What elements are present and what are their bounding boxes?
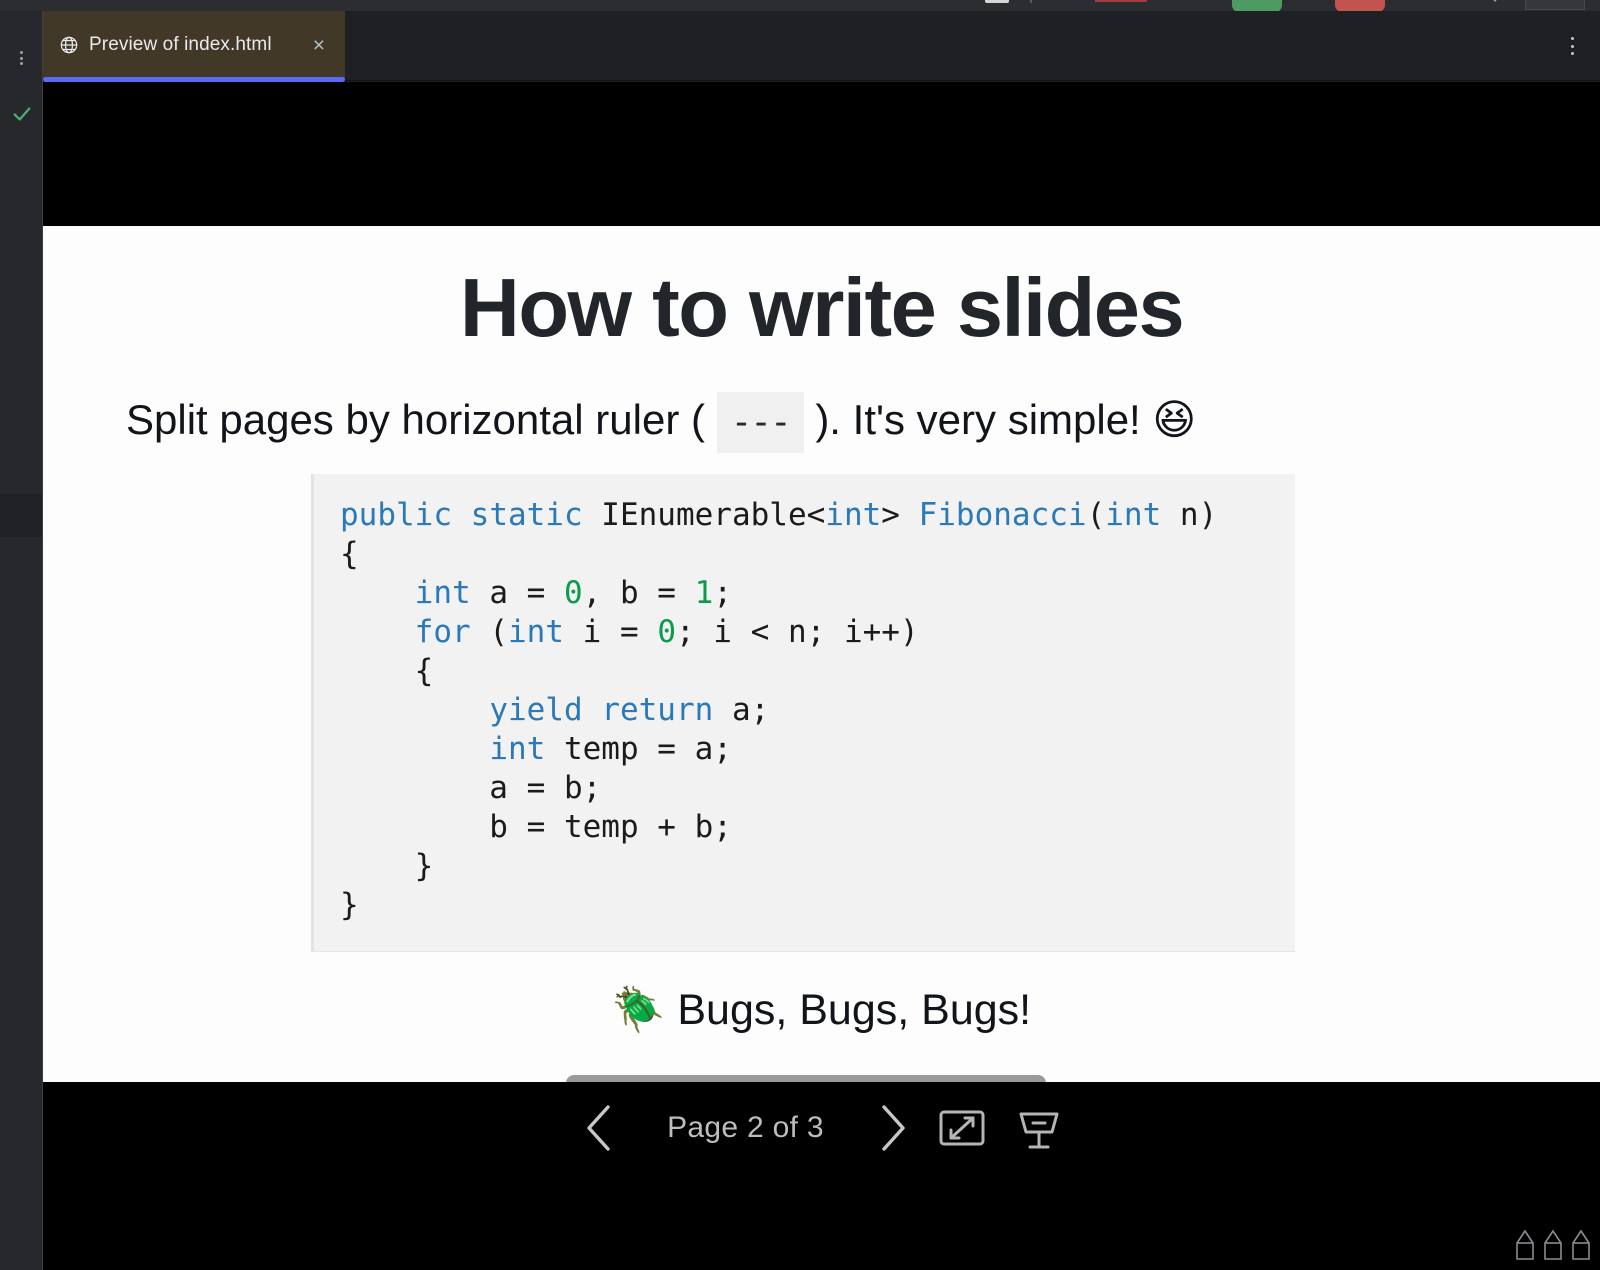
dot — [1570, 52, 1574, 55]
slide-page: How to write slides Split pages by horiz… — [43, 226, 1600, 1082]
left-rail — [0, 11, 43, 1270]
grinning-squinting-face-emoji: 😆 — [1152, 395, 1197, 445]
panel-overflow-menu-icon[interactable] — [1562, 34, 1582, 58]
toolbar-red-button[interactable] — [1335, 0, 1385, 11]
slide-title: How to write slides — [459, 261, 1185, 354]
slide-controls-bar: Page 2 of 3 — [43, 1082, 1600, 1270]
tab-preview-index-html[interactable]: Preview of index.html × — [43, 11, 345, 79]
slide-footer-line: 🪲 Bugs, Bugs, Bugs! — [43, 985, 1600, 1035]
toolbar-right-button[interactable] — [1525, 0, 1585, 10]
pencil-icons[interactable] — [1512, 1228, 1594, 1262]
slide-footer-text: Bugs, Bugs, Bugs! — [665, 986, 1032, 1035]
dot — [19, 51, 23, 54]
chevron-down-icon[interactable] — [1490, 0, 1500, 2]
fullscreen-icon[interactable] — [936, 1102, 988, 1154]
tab-title: Preview of index.html — [89, 34, 272, 55]
left-rail-active-section — [0, 494, 42, 537]
rail-overflow-menu-icon[interactable] — [9, 47, 33, 69]
dot — [1570, 44, 1574, 48]
subtitle-text-before: Split pages by horizontal ruler ( — [126, 396, 717, 444]
toolbar-green-button[interactable] — [1232, 0, 1282, 11]
inline-code-horizontal-rule: --- — [716, 392, 804, 454]
dot — [1570, 37, 1574, 40]
code-block: public static IEnumerable<int> Fibonacci… — [311, 473, 1295, 952]
toolbar-field[interactable] — [985, 0, 1009, 3]
page-indicator: Page 2 of 3 — [667, 1111, 824, 1144]
next-page-button[interactable] — [870, 1100, 912, 1156]
check-icon — [11, 103, 33, 125]
previous-page-button[interactable] — [580, 1100, 622, 1156]
close-icon[interactable]: × — [309, 33, 329, 58]
dot — [19, 56, 23, 60]
subtitle-text-after: ). It's very simple! — [803, 396, 1153, 444]
slide-subtitle: Split pages by horizontal ruler ( --- ).… — [43, 392, 1600, 454]
app-window: Preview of index.html × How to write sli… — [0, 0, 1600, 1270]
beetle-emoji: 🪲 — [611, 985, 666, 1036]
presenter-mode-icon[interactable] — [1012, 1102, 1064, 1154]
toolbar-divider — [1030, 0, 1032, 3]
preview-viewport: How to write slides Split pages by horiz… — [43, 82, 1600, 1270]
toolbar-red-underline — [1095, 0, 1147, 2]
dot — [19, 62, 23, 65]
host-toolbar — [0, 0, 1600, 11]
globe-icon — [59, 35, 79, 55]
